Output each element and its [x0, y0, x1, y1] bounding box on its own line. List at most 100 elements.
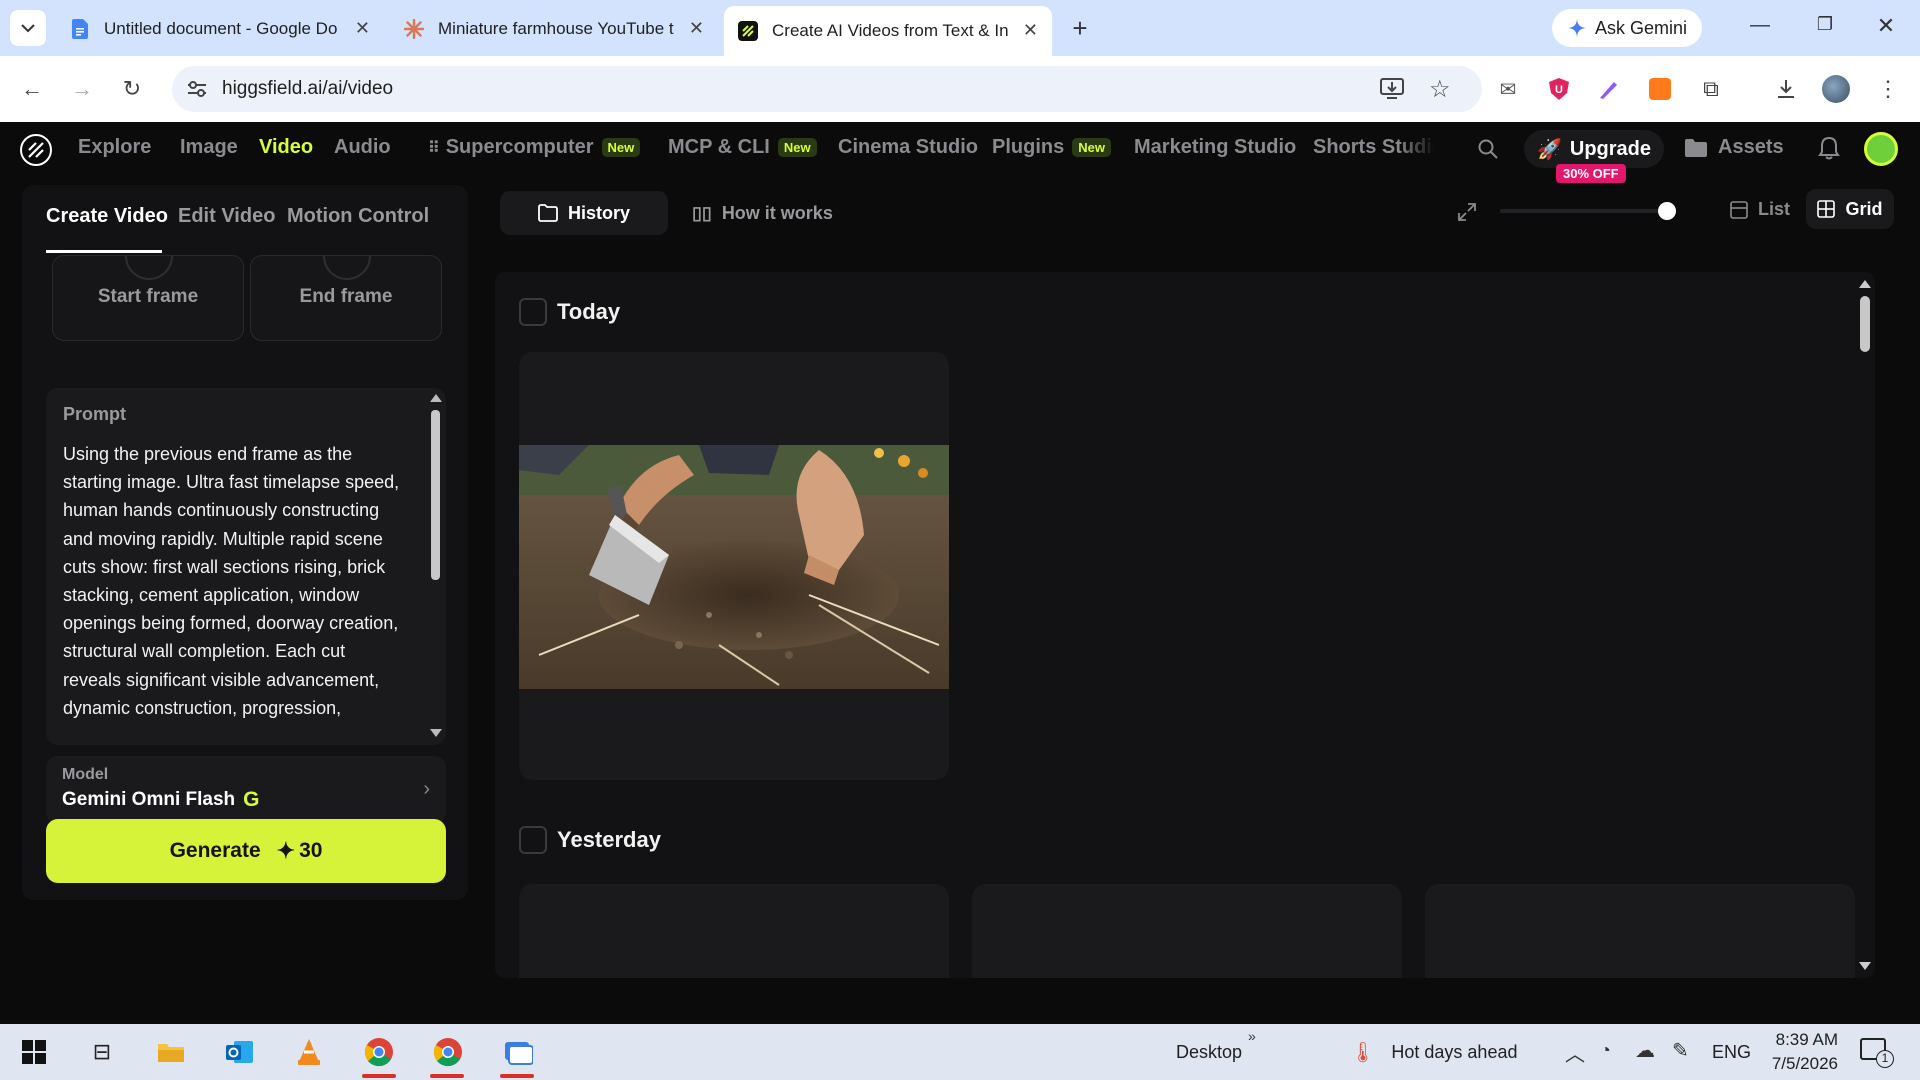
video-card-placeholder[interactable]	[1425, 884, 1855, 978]
scroll-up-arrow[interactable]	[1859, 280, 1871, 288]
downloads-icon[interactable]	[1772, 75, 1800, 103]
notification-bell-icon[interactable]	[1818, 136, 1840, 160]
thumbnail-size-slider[interactable]	[1500, 202, 1676, 220]
scrollbar-thumb[interactable]	[431, 410, 440, 580]
back-button[interactable]: ←	[18, 75, 46, 103]
how-it-works-tab[interactable]: ▯▯ How it works	[692, 191, 833, 235]
nav-supercomputer[interactable]: ⠿ Supercomputer New	[428, 136, 641, 159]
nav-video[interactable]: Video	[259, 136, 313, 159]
select-yesterday-checkbox[interactable]	[519, 826, 547, 854]
orange-extension-icon[interactable]	[1646, 75, 1674, 103]
window-restore-button[interactable]: ❐	[1805, 14, 1845, 42]
model-selector[interactable]: Model Gemini Omni Flash G ›	[46, 756, 446, 824]
window-close-button[interactable]: ✕	[1866, 13, 1906, 41]
discount-badge: 30% OFF	[1556, 164, 1626, 183]
shield-extension-icon[interactable]: U	[1545, 75, 1573, 103]
upgrade-button[interactable]: 🚀 Upgrade	[1524, 130, 1664, 168]
file-explorer-icon[interactable]	[153, 1034, 189, 1070]
tab-search-button[interactable]	[10, 10, 46, 46]
nav-shorts-studio[interactable]: Shorts Studio	[1313, 136, 1435, 159]
today-label: Today	[557, 299, 621, 324]
close-tab-icon[interactable]: ✕	[355, 18, 370, 39]
nav-mcp-cli[interactable]: MCP & CLI New	[668, 136, 817, 159]
select-today-checkbox[interactable]	[519, 298, 547, 326]
scroll-down-arrow[interactable]	[430, 729, 442, 737]
onedrive-cloud-icon[interactable]: ☁	[1635, 1038, 1655, 1063]
assets-button[interactable]: Assets	[1684, 136, 1784, 159]
list-view-button[interactable]: List	[1730, 199, 1790, 220]
generate-button[interactable]: Generate ✦ 30	[46, 819, 446, 883]
reload-button[interactable]: ↻	[118, 75, 146, 103]
docs-icon	[70, 19, 90, 39]
history-tab[interactable]: History	[500, 191, 668, 235]
grid-view-button[interactable]: Grid	[1806, 189, 1894, 229]
sparkle-icon: ✦	[276, 838, 296, 863]
slider-knob[interactable]	[1658, 202, 1676, 220]
browser-tab-higgsfield[interactable]: Create AI Videos from Text & In ✕	[724, 6, 1052, 56]
scroll-up-arrow[interactable]	[430, 394, 442, 402]
notification-center-icon[interactable]: 1	[1860, 1038, 1894, 1068]
chrome-profile-icon[interactable]	[430, 1034, 466, 1070]
browser-menu-icon[interactable]: ⋮	[1874, 75, 1902, 103]
mail-extension-icon[interactable]: ✉	[1494, 75, 1522, 103]
toolbar-expand-icon[interactable]: »	[1248, 1028, 1256, 1044]
prompt-textarea[interactable]: Prompt Using the previous end frame as t…	[46, 388, 446, 745]
browser-tab-docs[interactable]: Untitled document - Google Do ✕	[56, 8, 384, 50]
windows-start-icon[interactable]	[16, 1034, 52, 1070]
desktop-toolbar-label[interactable]: Desktop	[1176, 1042, 1242, 1063]
remote-desktop-icon[interactable]	[500, 1034, 536, 1070]
profile-avatar-icon[interactable]	[1822, 75, 1850, 103]
start-frame-upload[interactable]: Start frame	[52, 255, 244, 341]
window-minimize-button[interactable]: —	[1740, 14, 1780, 42]
end-frame-upload[interactable]: End frame	[250, 255, 442, 341]
chrome-running-indicator	[362, 1074, 396, 1078]
higgsfield-logo[interactable]	[20, 134, 52, 166]
folder-icon	[1685, 138, 1707, 157]
weather-widget[interactable]: 🌡 Hot days ahead	[1350, 1040, 1517, 1065]
nav-marketing-studio[interactable]: Marketing Studio	[1134, 136, 1296, 159]
video-card-placeholder[interactable]	[519, 884, 949, 978]
new-tab-button[interactable]: +	[1064, 12, 1096, 44]
gallery-scrollbar[interactable]	[1855, 272, 1875, 978]
expand-icon[interactable]	[1458, 203, 1476, 221]
tab-edit-video[interactable]: Edit Video	[178, 205, 275, 228]
video-card[interactable]	[519, 352, 949, 780]
nav-image[interactable]: Image	[180, 136, 238, 159]
folder-outline-icon	[538, 204, 558, 222]
video-thumbnail[interactable]	[519, 445, 949, 689]
outlook-icon[interactable]	[222, 1034, 258, 1070]
video-card-placeholder[interactable]	[972, 884, 1402, 978]
vlc-icon[interactable]	[291, 1034, 327, 1070]
tab-create-video[interactable]: Create Video	[46, 205, 168, 228]
chrome-active-indicator	[430, 1074, 464, 1078]
forward-button[interactable]: →	[68, 75, 96, 103]
bookmark-star-icon[interactable]: ☆	[1429, 75, 1451, 104]
close-tab-icon[interactable]: ✕	[689, 18, 704, 39]
browser-tab-youtube-chat[interactable]: Miniature farmhouse YouTube t ✕	[390, 8, 718, 50]
prompt-scrollbar[interactable]	[426, 388, 446, 745]
show-hidden-icons-chevron[interactable]: ︿	[1565, 1038, 1585, 1067]
search-icon[interactable]	[1477, 138, 1499, 160]
language-indicator[interactable]: ENG	[1712, 1042, 1751, 1063]
tab-motion-control[interactable]: Motion Control	[287, 205, 429, 228]
clock[interactable]: 8:39 AM 7/5/2026	[1762, 1030, 1838, 1074]
nav-cinema-studio[interactable]: Cinema Studio	[838, 136, 978, 159]
user-avatar[interactable]	[1864, 132, 1898, 166]
site-settings-icon[interactable]	[186, 80, 208, 98]
network-icon[interactable]: ◔	[1600, 1040, 1611, 1061]
extensions-puzzle-icon[interactable]: ⧉	[1697, 75, 1725, 103]
chrome-icon[interactable]	[361, 1034, 397, 1070]
close-tab-icon[interactable]: ✕	[1023, 20, 1038, 41]
generate-label: Generate	[169, 839, 261, 862]
address-bar[interactable]: higgsfield.ai/ai/video ☆	[172, 66, 1482, 112]
pen-icon[interactable]: ✎	[1672, 1038, 1689, 1063]
nav-explore[interactable]: Explore	[78, 136, 151, 159]
pen-extension-icon[interactable]	[1595, 75, 1623, 103]
scrollbar-thumb[interactable]	[1860, 296, 1870, 352]
scroll-down-arrow[interactable]	[1859, 962, 1871, 970]
task-view-icon[interactable]: ⊟	[84, 1034, 120, 1070]
nav-plugins[interactable]: Plugins New	[992, 136, 1111, 159]
nav-audio[interactable]: Audio	[334, 136, 391, 159]
install-app-icon[interactable]	[1380, 78, 1404, 100]
ask-gemini-button[interactable]: Ask Gemini	[1552, 9, 1702, 47]
